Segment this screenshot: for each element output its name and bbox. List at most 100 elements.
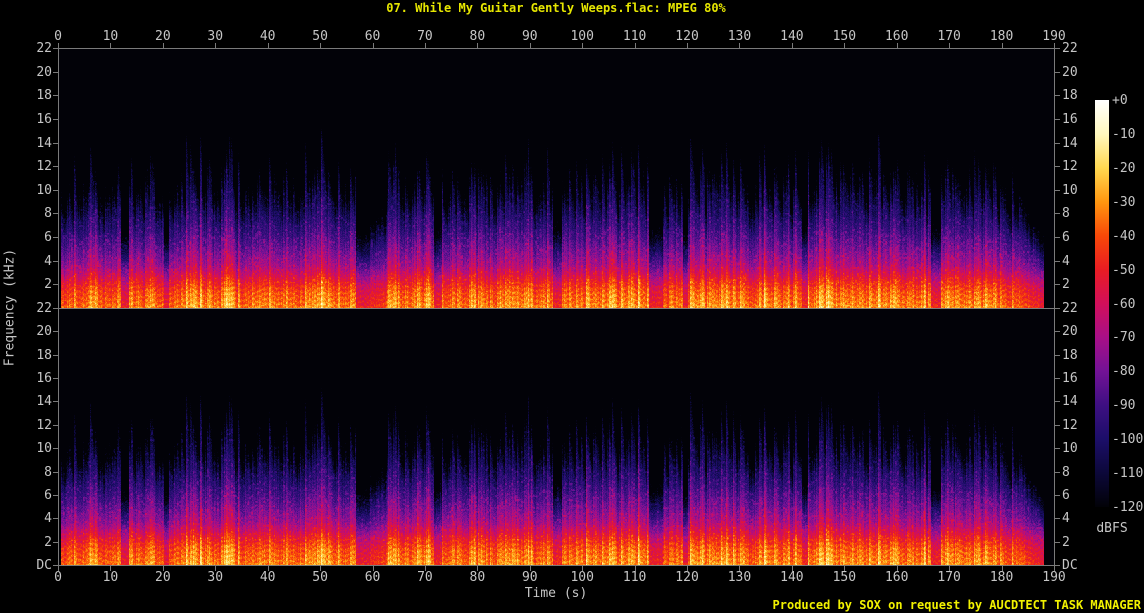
freq-tick-label: 10 xyxy=(1062,441,1078,457)
time-tick-label: 120 xyxy=(675,29,699,44)
panel-border xyxy=(58,565,1055,566)
time-tick-label: 150 xyxy=(832,570,857,585)
freq-tick-label: 6 xyxy=(44,230,52,246)
freq-tick-label: 20 xyxy=(36,64,52,80)
colorbar-tick-label: -110 xyxy=(1112,466,1144,482)
colorbar-tick-label: -100 xyxy=(1112,432,1144,448)
time-tick-label: 140 xyxy=(780,29,804,44)
panel-border xyxy=(58,48,59,566)
time-tick-label: 120 xyxy=(675,570,699,585)
time-tick-label: 10 xyxy=(102,570,119,585)
freq-tick-label: 4 xyxy=(44,253,52,269)
freq-tick-mark xyxy=(53,118,58,120)
freq-tick-mark xyxy=(1055,378,1060,380)
freq-tick-mark xyxy=(1055,95,1060,97)
freq-tick-label: 12 xyxy=(1062,417,1078,433)
spectrogram-canvas-left-channel xyxy=(59,49,1054,308)
freq-tick-label: 20 xyxy=(1062,324,1078,340)
freq-tick-label: 16 xyxy=(1062,111,1078,127)
freq-tick-mark xyxy=(53,471,58,473)
freq-tick-label: 4 xyxy=(1062,253,1070,269)
freq-tick-mark xyxy=(53,518,58,520)
freq-tick-mark xyxy=(1055,308,1060,309)
colorbar-tick-label: -50 xyxy=(1112,262,1136,278)
time-tick-label: 160 xyxy=(884,570,909,585)
freq-tick-mark xyxy=(1055,354,1060,356)
freq-tick-mark xyxy=(1055,260,1060,262)
freq-tick-mark xyxy=(53,48,58,49)
freq-tick-label: 2 xyxy=(44,534,52,550)
freq-tick-mark xyxy=(1055,471,1060,473)
freq-tick-label: 18 xyxy=(36,347,52,363)
time-tick-label: 50 xyxy=(312,29,328,44)
freq-tick-label: 8 xyxy=(44,206,52,222)
freq-tick-mark xyxy=(53,331,58,333)
freq-tick-label: 22 xyxy=(36,41,52,56)
time-tick-label: 170 xyxy=(937,570,961,585)
freq-tick-label: 8 xyxy=(1062,206,1070,222)
freq-tick-label: 18 xyxy=(1062,88,1078,104)
freq-tick-mark xyxy=(1055,213,1060,215)
freq-tick-label: 16 xyxy=(36,371,52,387)
freq-tick-label: 8 xyxy=(1062,464,1070,480)
freq-tick-mark xyxy=(1055,71,1060,73)
time-tick-label: 70 xyxy=(417,29,433,44)
freq-tick-mark xyxy=(53,565,58,566)
freq-tick-mark xyxy=(1055,48,1060,49)
time-tick-label: 160 xyxy=(884,29,909,44)
freq-tick-label: 10 xyxy=(36,182,52,198)
time-tick-label: 130 xyxy=(727,29,752,44)
freq-tick-mark xyxy=(53,354,58,356)
freq-tick-label: 10 xyxy=(36,441,52,457)
time-tick-label: 110 xyxy=(622,570,647,585)
freq-tick-mark xyxy=(1055,331,1060,333)
freq-tick-mark xyxy=(53,284,58,286)
time-tick-label: 110 xyxy=(622,29,647,44)
freq-tick-label: 10 xyxy=(1062,182,1078,198)
freq-tick-mark xyxy=(1055,118,1060,120)
freq-tick-mark xyxy=(53,189,58,191)
time-tick-label: 40 xyxy=(259,570,276,585)
time-tick-label: 60 xyxy=(364,29,381,44)
time-tick-label: 80 xyxy=(469,570,486,585)
freq-tick-label: 12 xyxy=(1062,159,1078,175)
freq-tick-label: 12 xyxy=(36,417,52,433)
colorbar-tick-label: -30 xyxy=(1112,194,1136,210)
freq-tick-mark xyxy=(1055,565,1060,566)
freq-tick-label: 6 xyxy=(1062,487,1070,503)
spectrogram-window: 07. While My Guitar Gently Weeps.flac: M… xyxy=(0,0,1144,613)
frequency-axis-title: Frequency (kHz) xyxy=(2,248,18,367)
freq-tick-mark xyxy=(53,541,58,543)
freq-tick-mark xyxy=(53,378,58,380)
freq-tick-label: 2 xyxy=(44,277,52,293)
time-tick-label: 30 xyxy=(207,29,224,44)
colorbar-tick-label: -40 xyxy=(1112,228,1136,244)
time-tick-label: 70 xyxy=(417,570,433,585)
freq-tick-label: 22 xyxy=(1062,301,1078,316)
time-tick-label: 150 xyxy=(832,29,857,44)
credit-text: Produced by SOX on request by AUCDTECT T… xyxy=(772,598,1141,612)
freq-tick-label: 6 xyxy=(1062,230,1070,246)
freq-tick-mark xyxy=(53,142,58,144)
time-tick-label: 10 xyxy=(102,29,119,44)
freq-tick-mark xyxy=(1055,189,1060,191)
freq-tick-label: 14 xyxy=(36,394,52,410)
time-tick-label: 100 xyxy=(570,29,594,44)
freq-tick-label: 4 xyxy=(44,511,52,527)
freq-tick-mark xyxy=(1055,166,1060,168)
freq-tick-label: 18 xyxy=(1062,347,1078,363)
freq-tick-label: 14 xyxy=(1062,135,1078,151)
freq-tick-mark xyxy=(53,95,58,97)
time-tick-label: 180 xyxy=(989,570,1014,585)
freq-tick-mark xyxy=(1055,284,1060,286)
panel-border xyxy=(58,308,1055,309)
freq-tick-label: 2 xyxy=(1062,534,1070,550)
time-tick-label: 170 xyxy=(937,29,961,44)
freq-tick-label: DC xyxy=(36,558,52,573)
colorbar-unit-label: dBFS xyxy=(1096,521,1128,536)
time-tick-label: 90 xyxy=(521,29,538,44)
freq-tick-label: 6 xyxy=(44,487,52,503)
freq-tick-label: 18 xyxy=(36,88,52,104)
freq-tick-mark xyxy=(53,260,58,262)
colorbar-tick-label: -90 xyxy=(1112,398,1136,414)
